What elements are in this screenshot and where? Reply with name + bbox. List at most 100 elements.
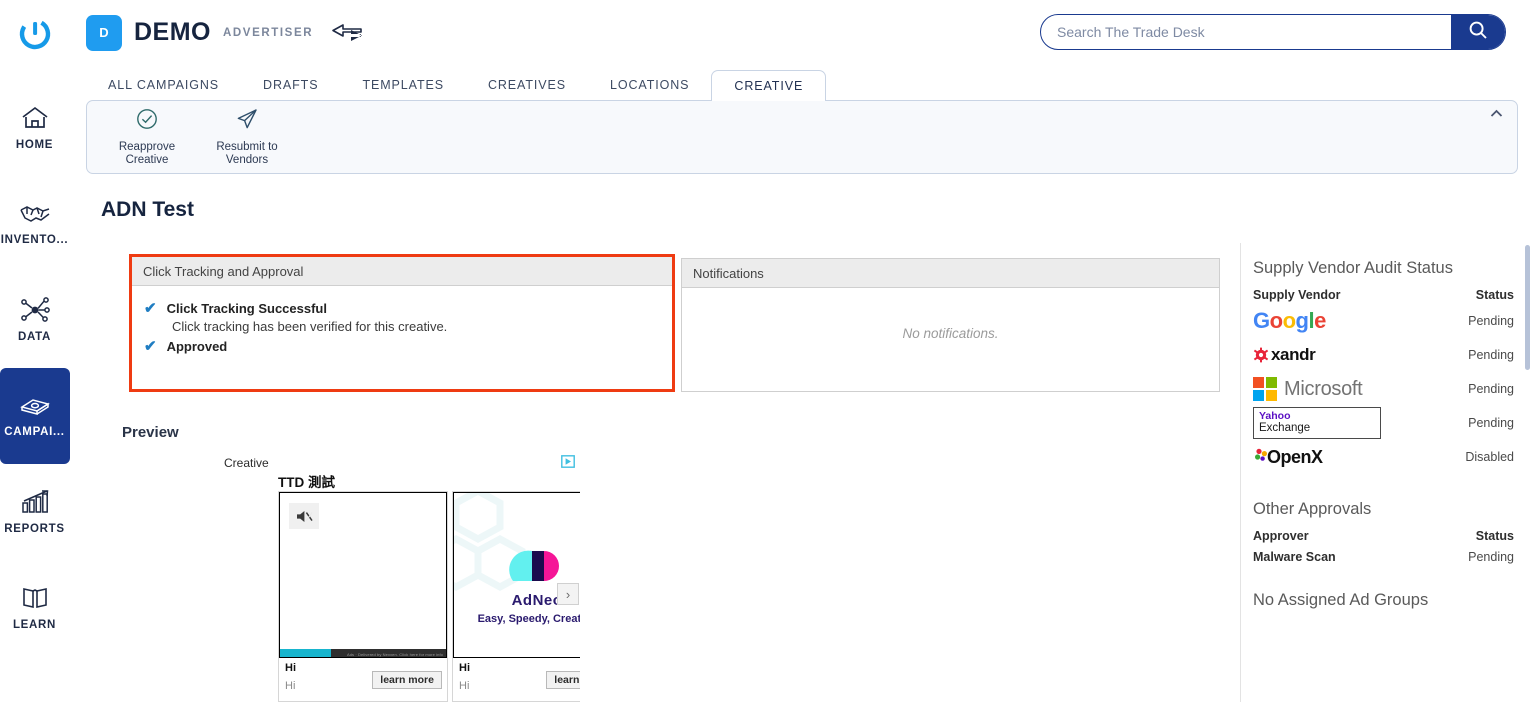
advertiser-type-label: ADVERTISER bbox=[223, 26, 314, 39]
vendor-status: Disabled bbox=[1465, 450, 1514, 464]
table-row: Google Pending bbox=[1253, 304, 1514, 338]
table-row: xandr Pending bbox=[1253, 338, 1514, 372]
yahoo-exchange-label: Exchange bbox=[1259, 422, 1311, 434]
approval-status-title: Approved bbox=[166, 339, 228, 354]
home-icon bbox=[20, 105, 50, 131]
trade-desk-logo-icon[interactable] bbox=[15, 14, 55, 54]
sidebar-item-label: CAMPAI... bbox=[4, 426, 65, 438]
creative-card-title: Hi bbox=[285, 662, 296, 674]
approval-status-row: ✔ Approved bbox=[144, 339, 660, 355]
sidebar-item-label: REPORTS bbox=[4, 523, 65, 535]
adchoices-icon[interactable] bbox=[561, 455, 575, 473]
no-assigned-ad-groups: No Assigned Ad Groups bbox=[1253, 591, 1429, 609]
app-root: HOME INVENTO... DATA CAMPAI... REPORTS L… bbox=[0, 0, 1534, 702]
sidebar-item-label: DATA bbox=[17, 331, 52, 343]
openx-logo: OpenX bbox=[1253, 444, 1323, 470]
vendor-status: Pending bbox=[1468, 382, 1514, 396]
resubmit-to-vendors-button[interactable]: Resubmit to Vendors bbox=[197, 107, 297, 167]
check-icon: ✔ bbox=[144, 338, 157, 355]
learn-more-button[interactable]: learn more bbox=[372, 671, 442, 689]
speaker-muted-icon[interactable] bbox=[289, 503, 319, 529]
sidebar-item-label: LEARN bbox=[12, 619, 57, 631]
approver-name: Malware Scan bbox=[1253, 550, 1336, 564]
tab-locations[interactable]: LOCATIONS bbox=[588, 70, 711, 101]
supply-vendor-heading: Supply Vendor Audit Status bbox=[1253, 259, 1453, 277]
bar-chart-arrow-icon bbox=[20, 489, 50, 515]
creative-card-desc: Hi bbox=[459, 680, 470, 692]
table-row: Microsoft Pending bbox=[1253, 372, 1514, 406]
sidebar-item-reports[interactable]: REPORTS bbox=[0, 464, 70, 560]
creative-carousel: Ads · Delivered by Nexxen. Click here fo… bbox=[278, 491, 580, 702]
creative-display-media[interactable]: AdNeo Easy, Speedy, Creative bbox=[453, 492, 580, 658]
sidebar-item-home[interactable]: HOME bbox=[0, 80, 70, 176]
approver-table-header: Approver Status bbox=[1253, 529, 1514, 543]
campaign-tabs: ALL CAMPAIGNS DRAFTS TEMPLATES CREATIVES… bbox=[86, 68, 827, 101]
check-icon: ✔ bbox=[144, 300, 157, 317]
sidebar-scrollbar[interactable] bbox=[1525, 245, 1530, 370]
sidebar-item-learn[interactable]: LEARN bbox=[0, 560, 70, 656]
global-search[interactable] bbox=[1040, 14, 1506, 50]
reapprove-creative-button[interactable]: Reapprove Creative bbox=[97, 107, 197, 167]
yahoo-exchange-logo: Yahoo Exchange bbox=[1253, 407, 1381, 439]
vendor-col-status: Status bbox=[1475, 288, 1514, 302]
table-row: Malware Scan Pending bbox=[1253, 545, 1514, 569]
resubmit-to-vendors-label: Resubmit to Vendors bbox=[216, 141, 278, 166]
xandr-logo: xandr bbox=[1253, 342, 1316, 368]
brand-block: D DEMO ADVERTISER bbox=[86, 14, 363, 51]
click-tracking-panel: Click Tracking and Approval ✔ Click Trac… bbox=[129, 254, 675, 392]
google-logo: Google bbox=[1253, 308, 1326, 333]
creative-label: Creative bbox=[224, 456, 269, 470]
tab-templates[interactable]: TEMPLATES bbox=[340, 70, 466, 101]
vendor-status: Pending bbox=[1468, 314, 1514, 328]
yahoo-wordmark: Yahoo bbox=[1259, 410, 1291, 422]
adneo-logo-icon bbox=[509, 550, 559, 581]
switch-advertiser-arrow-icon[interactable] bbox=[331, 23, 363, 43]
notifications-panel: Notifications No notifications. bbox=[681, 258, 1220, 392]
search-input[interactable] bbox=[1041, 15, 1451, 49]
preview-section-label: Preview bbox=[122, 424, 179, 441]
top-header: D DEMO ADVERTISER bbox=[70, 0, 1534, 65]
sidebar-item-label: HOME bbox=[15, 139, 54, 151]
tracking-status-title: Click Tracking Successful bbox=[166, 301, 327, 316]
carousel-next-button[interactable]: › bbox=[557, 583, 579, 605]
chevron-up-icon[interactable] bbox=[1490, 107, 1503, 120]
sidebar-item-label: INVENTO... bbox=[0, 234, 69, 246]
money-stack-icon bbox=[19, 394, 51, 418]
video-ad-meta: Ads · Delivered by Nexxen. Click here fo… bbox=[346, 652, 443, 657]
page-title: ADN Test bbox=[101, 198, 194, 221]
audit-sidebar: Supply Vendor Audit Status Supply Vendor… bbox=[1240, 243, 1534, 702]
vendor-status: Pending bbox=[1468, 348, 1514, 362]
tab-creatives[interactable]: CREATIVES bbox=[466, 70, 588, 101]
click-tracking-panel-title: Click Tracking and Approval bbox=[132, 257, 672, 286]
adneo-tagline: Easy, Speedy, Creative bbox=[477, 613, 580, 625]
advertiser-name: DEMO bbox=[134, 18, 211, 46]
advertiser-avatar: D bbox=[86, 14, 122, 51]
adneo-wordmark: AdNeo bbox=[511, 592, 563, 609]
handshake-icon bbox=[19, 202, 51, 226]
sidebar-item-data[interactable]: DATA bbox=[0, 272, 70, 368]
table-row: OpenX Disabled bbox=[1253, 440, 1514, 474]
search-button[interactable] bbox=[1451, 15, 1505, 49]
notifications-empty-text: No notifications. bbox=[902, 326, 999, 341]
creative-video-media[interactable]: Ads · Delivered by Nexxen. Click here fo… bbox=[279, 492, 447, 658]
tracking-status-row: ✔ Click Tracking Successful bbox=[144, 301, 660, 317]
table-row: Yahoo Exchange Pending bbox=[1253, 406, 1514, 440]
sidebar-item-campaigns[interactable]: CAMPAI... bbox=[0, 368, 70, 464]
check-circle-icon bbox=[135, 107, 159, 136]
tab-drafts[interactable]: DRAFTS bbox=[241, 70, 340, 101]
approver-status: Pending bbox=[1468, 550, 1514, 564]
vendor-table-header: Supply Vendor Status bbox=[1253, 288, 1514, 302]
approver-col-status: Status bbox=[1475, 529, 1514, 543]
chevron-right-icon: › bbox=[565, 586, 571, 602]
creative-card-footer: Hi Hi learn more bbox=[453, 658, 580, 701]
sidebar-item-inventory[interactable]: INVENTO... bbox=[0, 176, 70, 272]
creative-card-video[interactable]: Ads · Delivered by Nexxen. Click here fo… bbox=[278, 491, 448, 702]
vendor-status: Pending bbox=[1468, 416, 1514, 430]
action-toolbar: Reapprove Creative Resubmit to Vendors bbox=[86, 100, 1518, 174]
creative-card-footer: Hi Hi learn more bbox=[279, 658, 447, 701]
tab-all-campaigns[interactable]: ALL CAMPAIGNS bbox=[86, 70, 241, 101]
other-approvals-heading: Other Approvals bbox=[1253, 500, 1372, 518]
tab-creative[interactable]: CREATIVE bbox=[711, 70, 827, 101]
learn-more-button[interactable]: learn more bbox=[546, 671, 580, 689]
paper-plane-icon bbox=[235, 107, 259, 136]
